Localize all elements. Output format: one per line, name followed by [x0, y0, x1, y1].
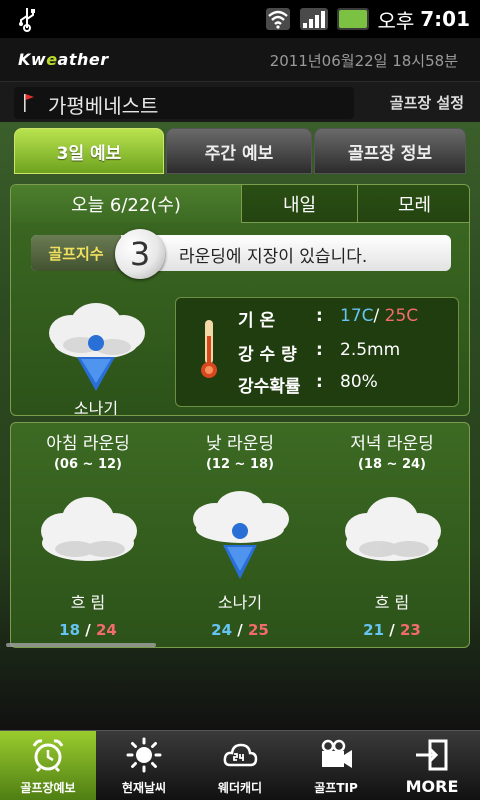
day-tabs: 오늘 6/22(수) 내일 모레 [11, 185, 469, 223]
course-bar: 가평베네스트 골프장 설정 [0, 82, 480, 122]
app-header: Kweather 2011년06월22일 18시58분 [0, 38, 480, 82]
temp-high: 25 [384, 306, 407, 326]
forecast-tabs: 3일 예보 주간 예보 골프장 정보 [14, 128, 466, 174]
nav-golf-tip[interactable]: 골프TIP [288, 731, 384, 800]
status-icons: 오후 7:01 [265, 4, 470, 34]
golf-index-ball: 3 [115, 229, 165, 279]
today-weather-label: 소나기 [73, 399, 119, 416]
course-name-field[interactable]: 가평베네스트 [14, 87, 354, 119]
temp-high-unit: C [406, 306, 419, 326]
tab-course-info[interactable]: 골프장 정보 [314, 128, 466, 174]
course-setting-button[interactable]: 골프장 설정 [390, 92, 464, 113]
wifi-icon [266, 8, 291, 30]
day-tab-day-after[interactable]: 모레 [357, 185, 469, 223]
usb-icon [19, 8, 35, 32]
round-title: 저녁 라운딩 [350, 434, 434, 454]
exit-icon [416, 739, 448, 771]
updated-datetime: 2011년06월22일 18시58분 [269, 52, 458, 70]
cloud-shower-icon [193, 491, 289, 579]
nav-weather-caddy[interactable]: 웨더캐디 [192, 731, 288, 800]
golf-index-bar: 골프지수 3 라운딩에 지장이 있습니다. [31, 229, 451, 279]
thermometer-icon [201, 320, 217, 378]
rain-prob-value: 80% [340, 372, 378, 392]
nav-course-forecast[interactable]: 골프장예보 [0, 731, 96, 800]
signal-icon [300, 8, 329, 30]
nav-label: 웨더캐디 [217, 781, 263, 795]
rain-label: 강 수 량 [238, 345, 297, 365]
horizontal-scrollbar[interactable] [6, 643, 156, 647]
temp-slash: / [373, 306, 380, 326]
today-details: 기 온 : 17C/ 25C 강 수 량 : 2.5mm 강수확률 : 80% [175, 297, 459, 407]
status-time: 7:01 [420, 7, 470, 31]
nav-label: 현재날씨 [121, 781, 167, 795]
round-morning: 아침 라운딩 (06 ~ 12) 흐 림 18 / 24 [13, 423, 163, 649]
golf-flag-icon [24, 94, 34, 112]
nav-label: 골프장예보 [20, 781, 76, 795]
temp-label: 기 온 [238, 311, 276, 331]
round-weather: 소나기 [217, 593, 263, 612]
round-temps: 21 / 23 [363, 621, 421, 639]
sun-icon [126, 737, 162, 773]
round-hours: (18 ~ 24) [357, 457, 426, 472]
temp-low: 17 [340, 306, 362, 326]
temp-colon: : [316, 306, 323, 326]
tab-3day-forecast[interactable]: 3일 예보 [14, 128, 164, 174]
nav-label: MORE [405, 777, 459, 796]
nav-more[interactable]: MORE [384, 731, 480, 800]
day-tab-tomorrow[interactable]: 내일 [241, 185, 357, 223]
rain-value: 2.5mm [340, 340, 401, 360]
rain-prob-label: 강수확률 [238, 377, 301, 397]
golf-index-label: 골프지수 [31, 235, 121, 271]
round-hours: (12 ~ 18) [205, 457, 274, 472]
round-weather: 흐 림 [70, 593, 106, 612]
round-afternoon: 낮 라운딩 (12 ~ 18) 소나기 24 / 25 [165, 423, 315, 649]
nav-label: 골프TIP [314, 781, 358, 795]
round-weather: 흐 림 [374, 593, 410, 612]
battery-icon [337, 8, 370, 30]
today-panel: 오늘 6/22(수) 내일 모레 골프지수 3 라운딩에 지장이 있습니다. 소… [10, 184, 470, 416]
temp-low-unit: C [361, 306, 374, 326]
status-bar: 오후 7:01 [0, 0, 480, 38]
golf-index-message: 라운딩에 지장이 있습니다. [179, 247, 368, 267]
rounds-panel[interactable]: 아침 라운딩 (06 ~ 12) 흐 림 18 / 24 낮 라운딩 (12 ~… [10, 422, 470, 648]
round-title: 낮 라운딩 [206, 434, 274, 454]
tab-weekly-forecast[interactable]: 주간 예보 [166, 128, 312, 174]
course-name: 가평베네스트 [48, 94, 159, 118]
temp-value: 17C/ 25C [340, 306, 418, 326]
rain-prob-colon: : [316, 372, 323, 392]
round-temps: 24 / 25 [211, 621, 269, 639]
round-title: 아침 라운딩 [46, 434, 130, 454]
round-hours: (06 ~ 12) [53, 457, 122, 472]
cloud-icon [345, 497, 441, 561]
rain-colon: : [316, 340, 323, 360]
alarm-clock-icon [32, 739, 64, 773]
golf-index-value: 3 [129, 235, 151, 273]
kweather-logo: Kweather [18, 50, 109, 69]
nav-current-weather[interactable]: 현재날씨 [96, 731, 192, 800]
cloud-icon [41, 497, 137, 561]
day-tab-today[interactable]: 오늘 6/22(수) [11, 185, 241, 223]
round-evening: 저녁 라운딩 (18 ~ 24) 흐 림 21 / 23 [317, 423, 467, 649]
round-temps: 18 / 24 [59, 621, 117, 639]
bottom-navigation: 골프장예보 현재날씨 웨더캐디 골프TIP MORE [0, 730, 480, 800]
film-icon [321, 739, 352, 768]
status-ampm: 오후 [377, 8, 415, 33]
cloud-24-icon [223, 743, 258, 767]
